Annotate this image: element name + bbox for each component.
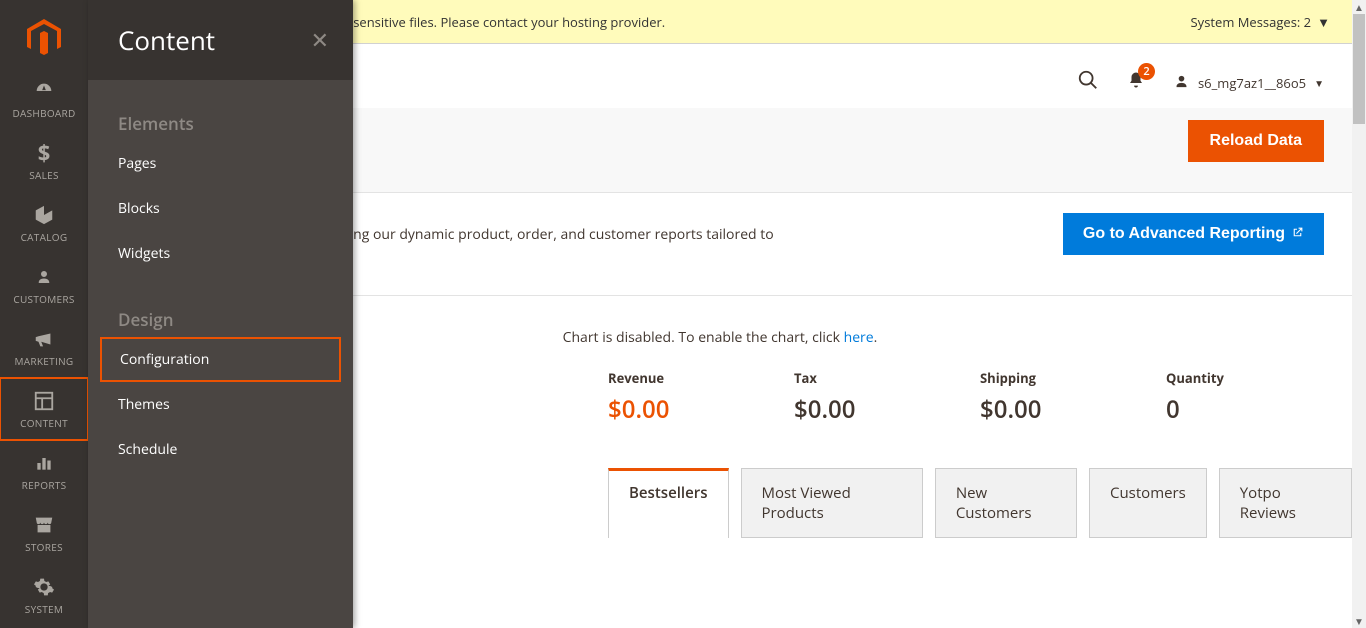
search-icon[interactable] [1077,68,1099,98]
nav-customers[interactable]: CUSTOMERS [0,254,88,316]
tab-most-viewed[interactable]: Most Viewed Products [741,468,923,538]
admin-sidebar: DASHBOARD $ SALES CATALOG CUSTOMERS MARK… [0,0,88,628]
nav-catalog[interactable]: CATALOG [0,192,88,254]
person-icon [35,264,53,290]
nav-system[interactable]: SYSTEM [0,564,88,626]
megaphone-icon [33,326,55,352]
advanced-reporting-button[interactable]: Go to Advanced Reporting [1063,213,1324,255]
flyout-item-configuration[interactable]: Configuration [100,337,341,382]
system-messages-toggle[interactable]: System Messages: 2 ▼ [1191,13,1330,31]
scroll-up-icon[interactable]: ▲ [1352,0,1366,14]
stat-label: Quantity [1166,369,1352,387]
stat-label: Shipping [980,369,1166,387]
scrollbar[interactable]: ▲ ▼ [1352,0,1366,628]
stat-value: $0.00 [608,393,794,426]
nav-sales[interactable]: $ SALES [0,130,88,192]
flyout-item-schedule[interactable]: Schedule [88,427,353,472]
tab-bestsellers[interactable]: Bestsellers [608,468,729,538]
chevron-down-icon: ▼ [1317,13,1330,31]
flyout-item-widgets[interactable]: Widgets [88,231,353,276]
advanced-reporting-label: Go to Advanced Reporting [1083,225,1285,243]
box-icon [33,202,55,228]
notification-badge: 2 [1138,63,1155,80]
user-menu[interactable]: s6_mg7az1__86o5 ▼ [1173,72,1324,95]
system-messages-label: System Messages: 2 [1191,13,1312,31]
nav-label: CATALOG [21,230,68,244]
nav-label: CUSTOMERS [13,292,74,306]
chart-icon [34,450,54,476]
close-icon[interactable]: ✕ [311,25,329,55]
layout-icon [33,388,55,414]
flyout-item-blocks[interactable]: Blocks [88,186,353,231]
reload-data-button[interactable]: Reload Data [1188,120,1324,162]
chart-msg-prefix: Chart is disabled. To enable the chart, … [563,328,844,347]
nav-label: REPORTS [22,478,67,492]
stat-label: Tax [794,369,980,387]
external-link-icon [1291,226,1304,242]
dashboard-icon [33,78,55,104]
stat-revenue: Revenue $0.00 [608,369,794,426]
store-icon [33,512,55,538]
section-design-title: Design [88,276,353,337]
chart-msg-suffix: . [874,328,878,347]
stat-quantity: Quantity 0 [1166,369,1352,426]
nav-dashboard[interactable]: DASHBOARD [0,68,88,130]
flyout-header: Content ✕ [88,0,353,80]
scroll-thumb[interactable] [1353,14,1365,124]
nav-label: SALES [29,168,59,182]
dollar-icon: $ [38,140,51,166]
user-icon [1173,72,1190,95]
stat-value: 0 [1166,393,1352,426]
magento-logo-icon[interactable] [27,18,61,58]
stat-tax: Tax $0.00 [794,369,980,426]
nav-marketing[interactable]: MARKETING [0,316,88,378]
chevron-down-icon: ▼ [1314,76,1324,90]
section-elements-title: Elements [88,80,353,141]
nav-label: DASHBOARD [12,106,75,120]
stats-row: Revenue $0.00 Tax $0.00 Shipping $0.00 Q… [608,369,1352,426]
tab-yotpo-reviews[interactable]: Yotpo Reviews [1219,468,1352,538]
tabs-row: Bestsellers Most Viewed Products New Cus… [608,468,1352,538]
nav-label: SYSTEM [25,602,63,616]
nav-label: STORES [25,540,63,554]
gear-icon [33,574,55,600]
nav-label: MARKETING [15,354,74,368]
stat-shipping: Shipping $0.00 [980,369,1166,426]
flyout-item-themes[interactable]: Themes [88,382,353,427]
nav-reports[interactable]: REPORTS [0,440,88,502]
content-flyout: Content ✕ Elements Pages Blocks Widgets … [88,0,353,628]
nav-content[interactable]: CONTENT [0,378,88,440]
stat-label: Revenue [608,369,794,387]
tab-new-customers[interactable]: New Customers [935,468,1077,538]
nav-stores[interactable]: STORES [0,502,88,564]
stat-value: $0.00 [794,393,980,426]
flyout-title: Content [118,22,215,58]
notifications-button[interactable]: 2 [1127,71,1145,95]
tab-customers[interactable]: Customers [1089,468,1207,538]
chart-enable-link[interactable]: here [844,328,874,347]
flyout-item-pages[interactable]: Pages [88,141,353,186]
username-label: s6_mg7az1__86o5 [1198,74,1306,92]
stat-value: $0.00 [980,393,1166,426]
scroll-down-icon[interactable]: ▼ [1352,614,1366,628]
nav-label: CONTENT [20,416,68,430]
